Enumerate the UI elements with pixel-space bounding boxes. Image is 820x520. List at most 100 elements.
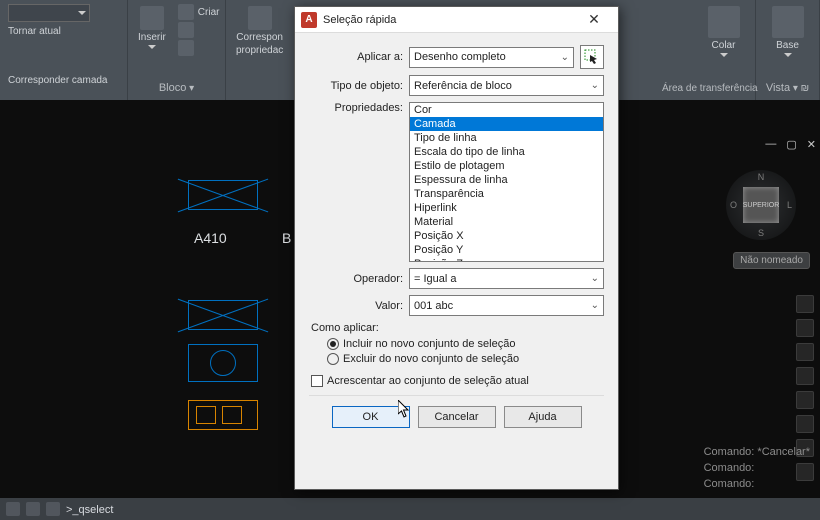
cmd-config-icon[interactable] [46,502,60,516]
cmd-close-icon[interactable] [26,502,40,516]
property-list-item[interactable]: Transparência [410,187,603,201]
block-attr-icon[interactable] [178,40,194,56]
make-current-label[interactable]: Tornar atual [8,26,61,37]
operator-combo[interactable]: = Igual a ⌄ [409,268,604,289]
match-props-button[interactable]: Correspon propriedac [234,4,285,58]
dialog-title: Seleção rápida [323,14,576,26]
help-button[interactable]: Ajuda [504,406,582,428]
base-button[interactable]: Base [770,4,806,59]
property-list-item[interactable]: Posição Y [410,243,603,257]
minimize-icon[interactable]: — [765,138,776,151]
cancel-button[interactable]: Cancelar [418,406,496,428]
orbit-icon[interactable] [796,367,814,385]
nav-more-icon[interactable] [796,415,814,433]
property-list-item[interactable]: Escala do tipo de linha [410,145,603,159]
document-window-controls: — ▢ ✕ [765,138,816,151]
property-list-item[interactable]: Posição X [410,229,603,243]
chevron-down-icon: ⌄ [591,80,599,91]
value-value: 001 abc [414,300,453,312]
layer-dropdown[interactable] [8,4,90,22]
chevron-down-icon: ⌄ [591,300,599,311]
create-block-button[interactable]: Criar [178,4,220,20]
property-list-item[interactable]: Posição Z [410,257,603,262]
match-layer-label[interactable]: Corresponder camada [8,75,108,86]
cmd-prompt: >_ [66,504,79,516]
property-list-item[interactable]: Tipo de linha [410,131,603,145]
cmd-input-text[interactable]: qselect [79,504,114,516]
group-label-clipboard: Área de transferência [662,81,747,96]
maximize-icon[interactable]: ▢ [786,138,796,151]
chevron-down-icon [720,53,728,57]
match-props-icon [248,6,272,30]
chevron-down-icon: ⌄ [561,52,569,63]
property-list-item[interactable]: Espessura de linha [410,173,603,187]
match-props-label2: propriedac [236,45,283,56]
viewcube-face[interactable]: SUPERIOR [743,187,779,223]
value-combo[interactable]: 001 abc ⌄ [409,295,604,316]
include-radio[interactable]: Incluir no novo conjunto de seleção [327,338,604,350]
exclude-radio[interactable]: Excluir do novo conjunto de seleção [327,353,604,365]
cmd-history-line: Comando: *Cancelar* [704,444,810,460]
object-type-label: Tipo de objeto: [309,80,409,92]
chevron-down-icon [78,11,86,15]
zoom-icon[interactable] [796,343,814,361]
nav-wheel-icon[interactable] [796,295,814,313]
property-list-item[interactable]: Hiperlink [410,201,603,215]
cmd-history-line: Comando: [704,476,810,492]
create-label: Criar [198,7,220,18]
viewcube-n: N [758,172,765,182]
block-edit-icon[interactable] [178,22,194,38]
select-objects-button[interactable] [580,45,604,69]
insert-label: Inserir [138,32,166,43]
ucs-tag[interactable]: Não nomeado [733,252,810,269]
apply-to-combo[interactable]: Desenho completo ⌄ [409,47,574,68]
how-to-apply-label: Como aplicar: [311,322,604,334]
property-list-item[interactable]: Material [410,215,603,229]
base-icon [772,6,804,38]
app-icon: A [301,12,317,28]
apply-to-value: Desenho completo [414,51,506,63]
operator-value: = Igual a [414,273,457,285]
property-list-item[interactable]: Estilo de plotagem [410,159,603,173]
base-label: Base [776,40,799,51]
viewcube-l: L [787,200,792,210]
viewcube-s: S [758,228,764,238]
insert-icon [140,6,164,30]
value-label: Valor: [309,300,409,312]
cmd-history-line: Comando: [704,460,810,476]
object-type-combo[interactable]: Referência de bloco ⌄ [409,75,604,96]
apply-to-label: Aplicar a: [309,51,409,63]
match-props-label1: Correspon [236,32,283,43]
checkbox-icon [311,375,323,387]
showmotion-icon[interactable] [796,391,814,409]
group-label-vista: Vista ▾ ₪ [764,80,811,96]
viewcube[interactable]: N S O L SUPERIOR [726,170,796,240]
property-list-item[interactable]: Cor [410,103,603,117]
append-checkbox-label: Acrescentar ao conjunto de seleção atual [327,375,529,387]
cmd-menu-icon[interactable] [6,502,20,516]
operator-label: Operador: [309,273,409,285]
properties-label: Propriedades: [309,102,409,114]
paste-icon [708,6,740,38]
dialog-titlebar[interactable]: A Seleção rápida ✕ [295,7,618,33]
create-icon [178,4,194,20]
block-tag-2: B [282,230,291,246]
close-icon[interactable]: ✕ [807,138,816,151]
chevron-down-icon [148,45,156,49]
paste-button[interactable]: Colar [706,4,742,59]
block-tag-1: A410 [194,230,227,246]
radio-icon [327,338,339,350]
pan-icon[interactable] [796,319,814,337]
dialog-close-button[interactable]: ✕ [576,9,612,31]
exclude-radio-label: Excluir do novo conjunto de seleção [343,353,519,365]
command-line[interactable]: >_qselect [0,498,820,520]
radio-icon [327,353,339,365]
quick-select-dialog: A Seleção rápida ✕ Aplicar a: Desenho co… [294,6,619,490]
insert-block-button[interactable]: Inserir [136,4,168,51]
paste-label: Colar [712,40,736,51]
property-list-item[interactable]: Camada [410,117,603,131]
append-checkbox[interactable]: Acrescentar ao conjunto de seleção atual [311,375,604,387]
cursor-icon [398,400,412,418]
properties-listbox[interactable]: CorCamadaTipo de linhaEscala do tipo de … [409,102,604,262]
command-history: Comando: *Cancelar* Comando: Comando: [704,444,810,492]
